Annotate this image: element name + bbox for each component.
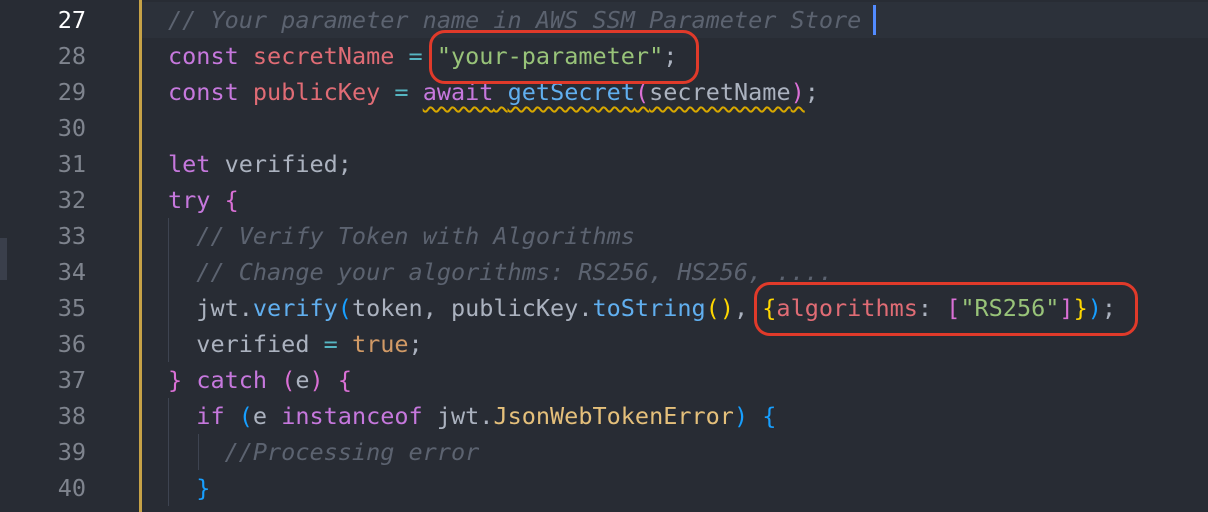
line-number[interactable]: 31 <box>0 146 86 182</box>
code-token: verified <box>196 330 310 358</box>
code-token: verified; <box>210 150 352 178</box>
code-token: = <box>323 330 338 358</box>
code-token: // Change your algorithms: RS256, HS256,… <box>196 258 833 286</box>
code-token: ( <box>337 294 352 322</box>
code-token: ) <box>733 402 749 430</box>
code-token: let <box>168 150 211 178</box>
code-token: ; <box>408 330 423 358</box>
code-line[interactable]: //Processing error <box>168 434 480 470</box>
code-line[interactable]: let verified; <box>168 146 352 182</box>
code-token: } <box>196 474 211 502</box>
line-number[interactable]: 28 <box>0 38 86 74</box>
line-number[interactable]: 38 <box>0 398 86 434</box>
code-token: if <box>196 402 225 430</box>
code-token: ) <box>790 78 805 106</box>
code-token: instanceof <box>281 402 423 430</box>
modified-lines-indicator <box>139 0 142 512</box>
line-number-gutter: 27 28 29 30 31 32 33 34 35 36 37 38 39 40 <box>0 0 140 512</box>
code-token: const <box>168 42 239 70</box>
code-token: { <box>762 402 777 430</box>
code-token: // Verify Token with Algorithms <box>196 222 635 250</box>
code-line[interactable]: // Verify Token with Algorithms <box>168 218 635 254</box>
line-number[interactable]: 39 <box>0 434 86 470</box>
code-token: toString <box>592 294 706 322</box>
code-token: = <box>394 78 409 106</box>
line-number[interactable]: 33 <box>0 218 86 254</box>
code-token: token, publicKey <box>351 294 579 322</box>
secret-name-highlight <box>428 30 700 84</box>
code-token: jwt. <box>422 402 494 430</box>
line-number[interactable]: 34 <box>0 254 86 290</box>
code-token: JsonWebTokenError <box>493 402 734 430</box>
code-token: = <box>408 42 423 70</box>
code-token: () <box>705 294 734 322</box>
line-number[interactable]: 30 <box>0 110 86 146</box>
code-line[interactable]: // Change your algorithms: RS256, HS256,… <box>168 254 833 290</box>
line-number[interactable]: 40 <box>0 470 86 506</box>
line-number[interactable]: 29 <box>0 74 86 110</box>
code-token: ; <box>804 78 819 106</box>
code-token: ( <box>281 366 296 394</box>
line-number[interactable]: 32 <box>0 182 86 218</box>
line-number[interactable]: 37 <box>0 362 86 398</box>
code-line[interactable]: verified = true; <box>168 326 423 362</box>
code-token: e <box>252 402 282 430</box>
line-number[interactable]: 35 <box>0 290 86 326</box>
code-token: try <box>168 186 211 214</box>
text-cursor <box>873 5 876 35</box>
code-token: const <box>168 78 239 106</box>
code-token: . <box>578 294 593 322</box>
code-line[interactable]: if (e instanceof jwt.JsonWebTokenError) … <box>168 398 776 434</box>
code-token: ( <box>238 402 253 430</box>
code-line[interactable]: } catch (e) { <box>168 362 352 398</box>
code-token: verify <box>252 294 338 322</box>
algorithms-highlight <box>754 282 1139 336</box>
code-token: } <box>168 366 183 394</box>
code-token: catch <box>196 366 268 394</box>
code-token: true <box>351 330 409 358</box>
code-token: publicKey <box>252 78 381 106</box>
code-token: ) <box>309 366 324 394</box>
code-token: . <box>238 294 253 322</box>
code-line[interactable]: try { <box>168 182 239 218</box>
code-token: jwt <box>196 294 239 322</box>
code-token: e <box>295 366 310 394</box>
line-number[interactable]: 27 <box>0 2 86 38</box>
code-token: { <box>224 186 239 214</box>
code-token: secretName <box>252 42 395 70</box>
code-editor[interactable]: 27 28 29 30 31 32 33 34 35 36 37 38 39 40 // Your par… <box>0 0 1208 512</box>
line-number[interactable]: 36 <box>0 326 86 362</box>
code-token: { <box>337 366 352 394</box>
code-line[interactable]: } <box>168 470 210 506</box>
code-token: //Processing error <box>224 438 480 466</box>
